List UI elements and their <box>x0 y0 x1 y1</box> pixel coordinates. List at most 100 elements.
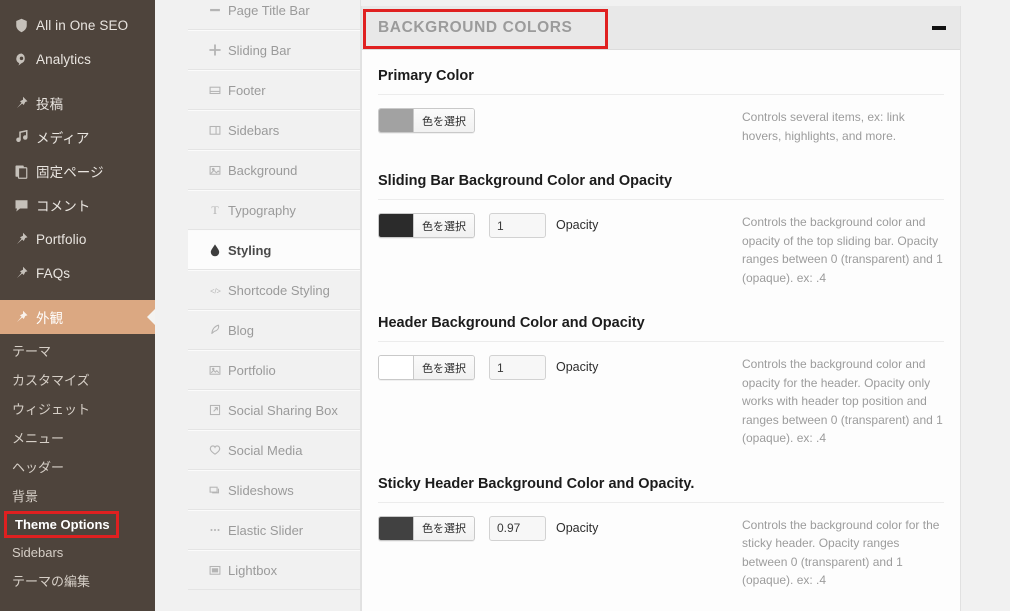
right-margin-strip <box>962 0 1010 611</box>
color-swatch[interactable] <box>379 214 413 237</box>
tab-blog[interactable]: Blog <box>188 310 360 350</box>
tab-slideshows[interactable]: Slideshows <box>188 470 360 510</box>
footer-box-icon <box>202 83 228 97</box>
field-description: Controls the background color and opacit… <box>742 357 943 445</box>
color-picker[interactable]: 色を選択 <box>378 213 475 238</box>
field-title: Primary Color <box>378 50 944 95</box>
quill-icon <box>202 323 228 337</box>
opacity-input[interactable] <box>489 213 546 238</box>
field-row: 色を選択 Opacity Controls the background color… <box>378 200 944 297</box>
tab-label: Slideshows <box>228 482 294 498</box>
sidebar-subitem-item-7[interactable]: Sidebars <box>0 538 155 567</box>
tab-sidebars[interactable]: Sidebars <box>188 110 360 150</box>
sidebar-item-faqs[interactable]: FAQs <box>0 256 155 290</box>
sidebar-subitem-item-0[interactable]: テーマ <box>0 337 155 366</box>
tab-label: Styling <box>228 242 272 258</box>
select-color-button[interactable]: 色を選択 <box>413 516 474 540</box>
theme-options-nav: Page Title Bar Sliding Bar Footer Sidebars B… <box>188 0 361 611</box>
field-group: Primary Color 色を選択 Controls several items,… <box>362 50 960 155</box>
color-swatch[interactable] <box>379 516 413 540</box>
select-color-button[interactable]: 色を選択 <box>413 356 474 379</box>
opacity-label: Opacity <box>556 218 599 232</box>
minus-icon[interactable] <box>932 25 946 30</box>
tab-social-sharing-box[interactable]: Social Sharing Box <box>188 390 360 430</box>
opacity-label: Opacity <box>556 360 599 374</box>
field-description: Controls the background color and opacit… <box>742 215 943 285</box>
panel-header[interactable]: BACKGROUND COLORS <box>362 6 960 50</box>
sidebar-item-posts[interactable]: 投稿 <box>0 86 155 120</box>
field-title: Sliding Bar Background Color and Opacity <box>378 155 944 200</box>
tab-lightbox[interactable]: Lightbox <box>188 550 360 590</box>
tab-label: Social Media <box>228 442 303 458</box>
pin-icon <box>8 229 34 249</box>
appearance-icon <box>8 307 34 327</box>
minus-bar-icon <box>202 3 228 17</box>
sidebar-item-analytics[interactable]: Analytics <box>0 42 155 76</box>
color-picker[interactable]: 色を選択 <box>378 515 475 541</box>
background-colors-panel: BACKGROUND COLORS Primary Color 色を選択 Contr… <box>361 6 961 611</box>
tab-elastic-slider[interactable]: Elastic Slider <box>188 510 360 550</box>
tab-typography[interactable]: T Typography <box>188 190 360 230</box>
opacity-label: Opacity <box>556 520 599 535</box>
field-controls: 色を選択 Opacity <box>378 355 738 448</box>
tab-label: Shortcode Styling <box>228 282 330 298</box>
tab-portfolio[interactable]: Portfolio <box>188 350 360 390</box>
sidebar-item-label: メディア <box>36 131 90 146</box>
tab-social-media[interactable]: Social Media <box>188 430 360 470</box>
tab-label: Footer <box>228 82 266 98</box>
sidebar-subitem-item-3[interactable]: メニュー <box>0 424 155 453</box>
portfolio-image-icon <box>202 363 228 377</box>
tab-label: Background <box>228 162 298 178</box>
sidebar-item-appearance[interactable]: 外観 <box>0 300 155 334</box>
dots-icon <box>202 523 228 537</box>
select-color-button[interactable]: 色を選択 <box>413 214 474 237</box>
tab-label: Page Title Bar <box>228 2 310 18</box>
tab-styling[interactable]: Styling <box>188 230 360 270</box>
tab-shortcode-styling[interactable]: </> Shortcode Styling <box>188 270 360 310</box>
sidebar-item-label: Analytics <box>36 51 91 67</box>
opacity-input[interactable] <box>489 355 546 380</box>
sidebar-subitem-item-4[interactable]: ヘッダー <box>0 453 155 482</box>
wp-admin-sidebar: All in One SEO Analytics 投稿メディア固定ページコメント Po… <box>0 0 155 611</box>
slides-icon <box>202 483 228 497</box>
field-row: 色を選択 Controls several items, ex: link hov… <box>378 95 944 155</box>
sidebar-item-label: All in One SEO <box>36 17 129 33</box>
field-description: Controls the background color for the st… <box>742 517 940 588</box>
tab-label: Lightbox <box>228 562 278 578</box>
color-picker[interactable]: 色を選択 <box>378 108 475 133</box>
tab-label: Blog <box>228 322 255 338</box>
field-title: Header Border Color <box>378 600 944 611</box>
tab-label: Portfolio <box>228 362 276 378</box>
sidebar-subitem-item-1[interactable]: カスタマイズ <box>0 366 155 395</box>
sidebar-subitem-item-5[interactable]: 背景 <box>0 482 155 511</box>
tab-page-title-bar[interactable]: Page Title Bar <box>188 0 360 30</box>
sidebar-item-label: Portfolio <box>36 231 87 247</box>
sidebar-subitem-item-2[interactable]: ウィジェット <box>0 395 155 424</box>
sidebar-subitem-item-8[interactable]: テーマの編集 <box>0 567 155 596</box>
tab-label: Typography <box>228 202 296 218</box>
pin-icon <box>8 93 34 113</box>
opacity-input[interactable] <box>489 515 546 541</box>
tab-background[interactable]: Background <box>188 150 360 190</box>
sidebar-item-pages[interactable]: 固定ページ <box>0 154 155 188</box>
color-picker[interactable]: 色を選択 <box>378 355 475 380</box>
lightbox-icon <box>202 563 228 577</box>
sidebar-item-portfolio[interactable]: Portfolio <box>0 222 155 256</box>
media-icon <box>8 127 34 147</box>
tab-label: Elastic Slider <box>228 522 304 538</box>
svg-text:T: T <box>211 203 219 217</box>
tab-label: Social Sharing Box <box>228 402 338 418</box>
field-row: 色を選択 Opacity Controls the background color… <box>378 503 944 600</box>
tab-footer[interactable]: Footer <box>188 70 360 110</box>
sidebar-item-all-in-one-seo[interactable]: All in One SEO <box>0 8 155 42</box>
image-icon <box>202 163 228 177</box>
color-swatch[interactable] <box>379 356 413 379</box>
sidebar-item-label: 固定ページ <box>36 165 104 180</box>
tab-sliding-bar[interactable]: Sliding Bar <box>188 30 360 70</box>
select-color-button[interactable]: 色を選択 <box>413 109 474 132</box>
color-swatch[interactable] <box>379 109 413 132</box>
sidebar-subitem-theme-options[interactable]: Theme Options <box>4 511 119 538</box>
sidebar-item-comments[interactable]: コメント <box>0 188 155 222</box>
sidebar-item-label: FAQs <box>36 265 71 281</box>
sidebar-item-media[interactable]: メディア <box>0 120 155 154</box>
